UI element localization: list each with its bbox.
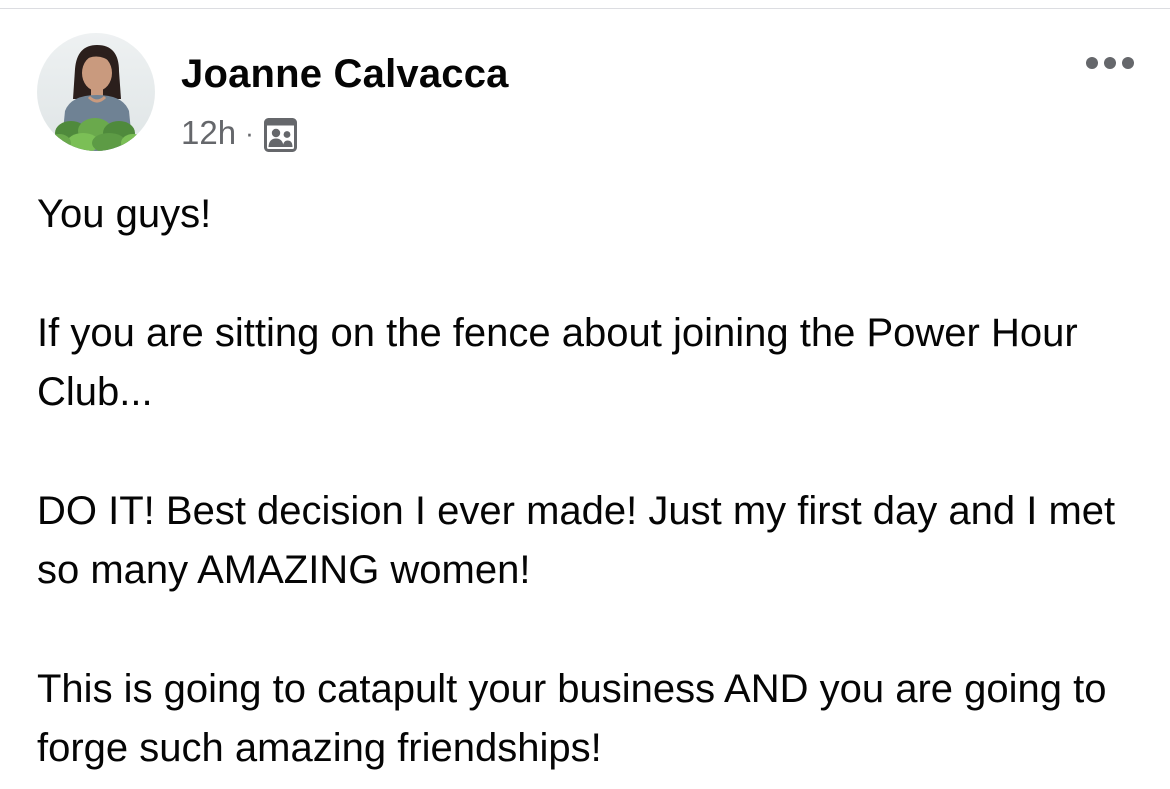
post-body: You guys! If you are sitting on the fenc…	[37, 185, 1147, 778]
post-meta: 12h ·	[181, 113, 297, 153]
more-options-button[interactable]	[1080, 48, 1140, 78]
more-options-icon	[1086, 57, 1098, 69]
post-paragraph: You guys!	[37, 192, 212, 236]
more-options-icon-dot	[1122, 57, 1134, 69]
post-card: Joanne Calvacca 12h · You guys! If you a…	[0, 0, 1170, 789]
author-name[interactable]: Joanne Calvacca	[181, 52, 509, 97]
post-paragraph: If you are sitting on the fence about jo…	[37, 311, 1078, 414]
group-members-icon	[263, 118, 297, 152]
more-options-icon-dot	[1104, 57, 1116, 69]
author-avatar[interactable]	[37, 33, 155, 151]
meta-separator: ·	[245, 117, 254, 148]
post-timestamp[interactable]: 12h	[181, 114, 236, 152]
post-paragraph: This is going to catapult your business …	[37, 667, 1107, 770]
avatar-photo	[37, 33, 155, 151]
post-paragraph: DO IT! Best decision I ever made! Just m…	[37, 489, 1116, 592]
